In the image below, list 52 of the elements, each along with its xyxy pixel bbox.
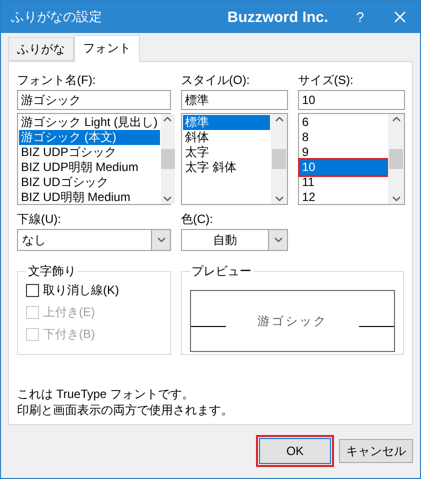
field-label: 色(C):	[181, 211, 214, 227]
list-item[interactable]: 游ゴシック Light (見出し)	[19, 115, 160, 130]
tab[interactable]: ふりがな	[8, 37, 74, 61]
list-box[interactable]: 標準 斜体 太字 太字 斜体	[181, 113, 288, 205]
list-item[interactable]: 12	[300, 190, 387, 205]
list-item[interactable]: 太字	[183, 145, 270, 160]
list-item[interactable]: 游ゴシック (本文)	[19, 130, 160, 145]
preview-sample: 游ゴシック	[257, 312, 328, 330]
group-title: プレビュー	[190, 263, 253, 280]
window-title: ふりがなの設定	[11, 8, 103, 26]
checkbox[interactable]	[26, 284, 39, 297]
scroll-down-icon[interactable]	[392, 196, 400, 202]
field-label: 下線(U):	[17, 211, 62, 227]
scroll-thumb[interactable]	[160, 149, 175, 169]
list-item[interactable]: BIZ UDゴシック	[19, 175, 160, 190]
field-label: フォント名(F):	[17, 72, 97, 88]
list-item[interactable]: 8	[300, 130, 387, 145]
checkbox-label[interactable]: 取り消し線(K)	[43, 282, 119, 299]
description-text: これは TrueType フォントです。	[17, 386, 195, 402]
list-item[interactable]: 11	[300, 175, 387, 190]
dialog-button[interactable]: キャンセル	[339, 439, 413, 463]
scroll-thumb[interactable]	[272, 149, 286, 169]
list-item[interactable]: 斜体	[183, 130, 270, 145]
list-item[interactable]: BIZ UDP明朝 Medium	[19, 160, 160, 175]
list-item[interactable]: 9	[300, 145, 387, 160]
scroll-up-icon[interactable]	[163, 116, 172, 122]
list-item[interactable]: 太字 斜体	[183, 160, 270, 175]
scroll-up-icon[interactable]	[392, 116, 400, 122]
text-field[interactable]: 游ゴシック	[17, 90, 171, 110]
color-dropdown[interactable]: 自動	[181, 229, 288, 251]
help-button[interactable]: ?	[356, 9, 364, 25]
scroll-thumb[interactable]	[389, 149, 403, 169]
dialog-button[interactable]: OK	[259, 438, 331, 464]
group-title: 文字飾り	[27, 263, 77, 280]
brand-text: Buzzword Inc.	[227, 8, 328, 26]
tab[interactable]: フォント	[74, 35, 140, 62]
list-item[interactable]: 6	[300, 115, 387, 130]
list-item[interactable]: BIZ UDPゴシック	[19, 145, 160, 160]
list-item[interactable]: 標準	[183, 115, 270, 130]
text-field[interactable]: 10	[298, 90, 405, 110]
scroll-down-icon[interactable]	[163, 196, 172, 202]
scroll-up-icon[interactable]	[274, 116, 284, 122]
field-label: スタイル(O):	[181, 72, 251, 88]
text-field[interactable]: 標準	[181, 90, 288, 110]
list-item[interactable]: 10	[300, 160, 387, 175]
list-item[interactable]: BIZ UD明朝 Medium	[19, 190, 160, 205]
scroll-down-icon[interactable]	[274, 196, 284, 202]
description-text: 印刷と画面表示の両方で使用されます。	[17, 402, 234, 418]
underline-dropdown[interactable]: なし	[17, 229, 171, 251]
field-label: サイズ(S):	[298, 72, 354, 88]
list-box[interactable]: 6 8 9 10 11 12	[298, 113, 405, 205]
close-icon[interactable]	[394, 11, 406, 23]
